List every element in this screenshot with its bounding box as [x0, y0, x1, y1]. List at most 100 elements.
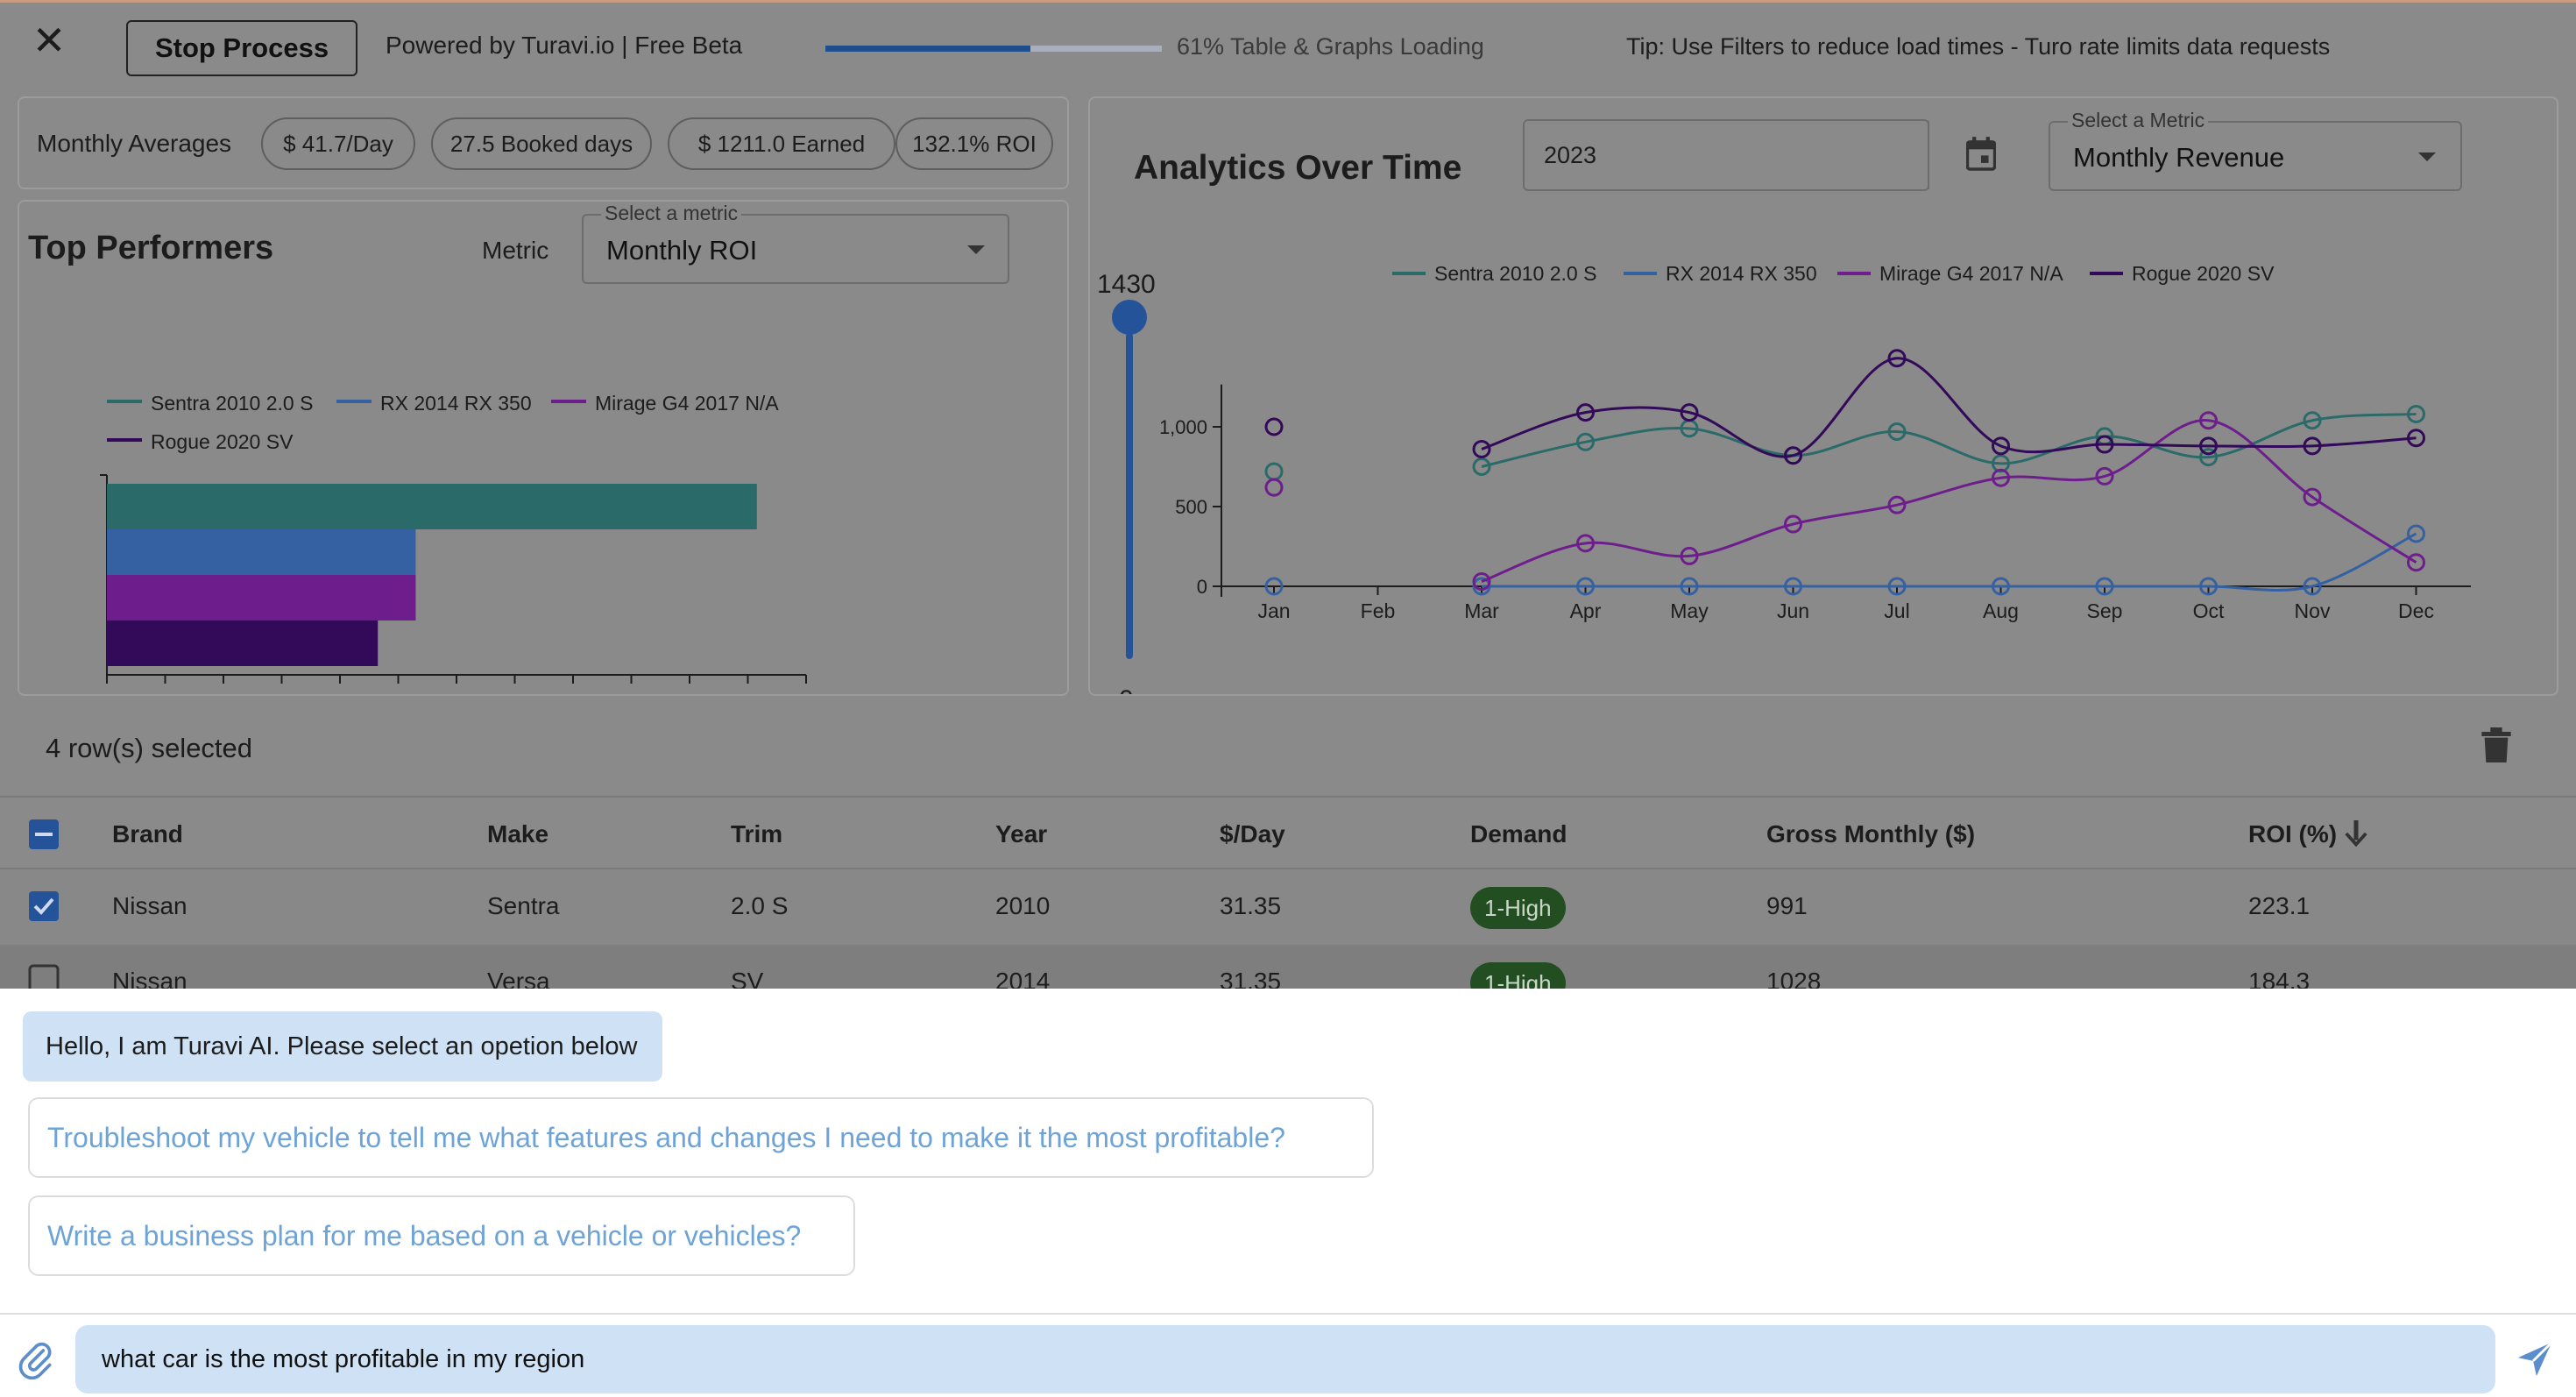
bar: [107, 620, 379, 666]
cell-per-day: 31.35: [1220, 892, 1282, 919]
series-line: [1482, 532, 2417, 592]
data-point: [1264, 478, 1284, 497]
legend-label: Sentra 2010 2.0 S: [151, 392, 313, 415]
selection-toolbar: 4 row(s) selected: [0, 696, 2576, 796]
legend-label: Sentra 2010 2.0 S: [1434, 262, 1596, 285]
paperclip-icon[interactable]: [18, 1341, 56, 1379]
avg-chip-per-day: $ 41.7/Day: [261, 117, 415, 170]
select-floating-label: Select a Metric: [2068, 109, 2209, 132]
vehicles-table: Brand Make Trim Year $/Day Demand Gross …: [0, 796, 2576, 989]
cell-make: Versa: [487, 968, 550, 989]
legend-label: RX 2014 RX 350: [380, 392, 532, 415]
chat-option-troubleshoot[interactable]: Troubleshoot my vehicle to tell me what …: [28, 1097, 1374, 1178]
legend-label: RX 2014 RX 350: [1666, 262, 1817, 285]
x-tick-label: Apr: [1570, 599, 1602, 622]
x-tick-label: Aug: [1983, 599, 2019, 622]
x-tick-label: Jan: [1257, 599, 1290, 622]
top-performers-metric-select[interactable]: Select a metric Monthly ROI: [582, 202, 1009, 284]
column-header-brand[interactable]: Brand: [112, 820, 183, 848]
legend-label: Mirage G4 2017 N/A: [595, 392, 779, 415]
chevron-down-icon: [967, 245, 985, 254]
cell-roi: 223.1: [2248, 892, 2311, 919]
x-tick-label: Feb: [1361, 599, 1396, 622]
chat-panel: Hello, I am Turavi AI. Please select an …: [0, 989, 2576, 1313]
x-tick-label: Jul: [1884, 599, 1909, 622]
column-header-gross-monthly[interactable]: Gross Monthly ($): [1766, 820, 1975, 848]
row-checkbox-checked[interactable]: [28, 890, 60, 922]
range-slider-thumb[interactable]: [1112, 300, 1147, 335]
rows-selected-text: 4 row(s) selected: [46, 733, 253, 763]
bar: [107, 529, 416, 575]
year-value: 2023: [1544, 142, 1597, 168]
column-header-demand[interactable]: Demand: [1470, 820, 1567, 848]
loading-progress-fill: [825, 46, 1031, 52]
analytics-line-chart: 1430 0 Sentra 2010 2.0 S RX 2014 RX 350 Mira…: [1097, 262, 2471, 694]
chat-option-business-plan[interactable]: Write a business plan for me based on a …: [28, 1195, 855, 1276]
bar: [107, 484, 757, 529]
series-line: [1481, 357, 2417, 458]
slider-min-label: 0: [1119, 685, 1134, 694]
legend-label: Rogue 2020 SV: [2132, 262, 2275, 285]
table-row[interactable]: Nissan Sentra 2.0 S 2010 31.35 1-High 99…: [0, 869, 2576, 945]
avg-chip-earned: $ 1211.0 Earned: [668, 117, 895, 170]
tip-text: Tip: Use Filters to reduce load times - …: [1626, 33, 2331, 60]
column-header-per-day[interactable]: $/Day: [1220, 820, 1285, 848]
column-header-year[interactable]: Year: [995, 820, 1047, 848]
monthly-averages-panel: Monthly Averages $ 41.7/Day 27.5 Booked …: [18, 96, 1069, 189]
year-date-field[interactable]: 2023: [1523, 119, 1929, 191]
chat-input-bar: [0, 1313, 2576, 1397]
demand-badge: 1-High: [1470, 962, 1566, 989]
arrow-down-icon[interactable]: [2345, 820, 2367, 847]
send-icon[interactable]: [2515, 1339, 2555, 1379]
data-point: [1264, 417, 1284, 436]
row-checkbox-unchecked[interactable]: [28, 964, 60, 989]
x-tick-label: May: [1670, 599, 1709, 622]
cell-make: Sentra: [487, 892, 560, 919]
close-icon[interactable]: ✕: [32, 20, 67, 60]
column-header-trim[interactable]: Trim: [731, 820, 782, 848]
trash-icon[interactable]: [2481, 727, 2511, 762]
loading-progress-bar: [825, 46, 1162, 52]
calendar-icon[interactable]: [1966, 137, 1996, 172]
cell-brand: Nissan: [112, 892, 188, 919]
cell-trim: SV: [731, 968, 764, 989]
legend-label: Mirage G4 2017 N/A: [1879, 262, 2063, 285]
select-floating-label: Select a metric: [601, 202, 742, 225]
select-all-checkbox[interactable]: [28, 819, 60, 850]
y-tick-label: 1,000: [1159, 416, 1207, 438]
chat-message-input[interactable]: [75, 1325, 2495, 1393]
y-tick-label: 500: [1175, 496, 1207, 518]
y-tick-label: 0: [1197, 576, 1207, 598]
slider-max-label: 1430: [1097, 270, 1156, 299]
column-header-make[interactable]: Make: [487, 820, 548, 848]
cell-year: 2010: [995, 892, 1051, 919]
x-tick-label: Mar: [1464, 599, 1499, 622]
table-header-row: Brand Make Trim Year $/Day Demand Gross …: [0, 796, 2576, 869]
x-tick-label: Sep: [2087, 599, 2123, 622]
table-row[interactable]: Nissan Versa SV 2014 31.35 1-High 1028 1…: [0, 945, 2576, 989]
chevron-down-icon: [2418, 152, 2436, 161]
x-tick-label: Dec: [2398, 599, 2434, 622]
monthly-averages-title: Monthly Averages: [37, 130, 232, 157]
metric-label: Metric: [482, 237, 549, 264]
column-header-roi[interactable]: ROI (%): [2248, 820, 2337, 848]
top-performers-bar-chart: Sentra 2010 2.0 S RX 2014 RX 350 Mirage G4…: [100, 392, 807, 684]
powered-by-text: Powered by Turavi.io | Free Beta: [386, 32, 743, 59]
x-tick-label: Oct: [2193, 599, 2225, 622]
select-value: Monthly ROI: [606, 235, 758, 266]
analytics-metric-select[interactable]: Select a Metric Monthly Revenue: [2049, 109, 2462, 191]
legend-label: Rogue 2020 SV: [151, 430, 294, 453]
select-value: Monthly Revenue: [2073, 142, 2285, 173]
top-performers-title: Top Performers: [28, 230, 274, 266]
avg-chip-roi: 132.1% ROI: [895, 117, 1053, 170]
cell-gross-monthly: 991: [1766, 892, 1808, 919]
analytics-title: Analytics Over Time: [1134, 149, 1462, 187]
loading-progress-label: 61% Table & Graphs Loading: [1177, 33, 1484, 60]
stop-process-button[interactable]: Stop Process: [126, 20, 357, 76]
x-tick-label: Jun: [1777, 599, 1809, 622]
avg-chip-booked-days: 27.5 Booked days: [431, 117, 652, 170]
data-point: [1264, 462, 1284, 481]
bar: [107, 575, 416, 620]
dashboard-overlay: ✕ Stop Process Powered by Turavi.io | Fr…: [0, 0, 2576, 989]
bot-greeting-message: Hello, I am Turavi AI. Please select an …: [23, 1011, 662, 1081]
